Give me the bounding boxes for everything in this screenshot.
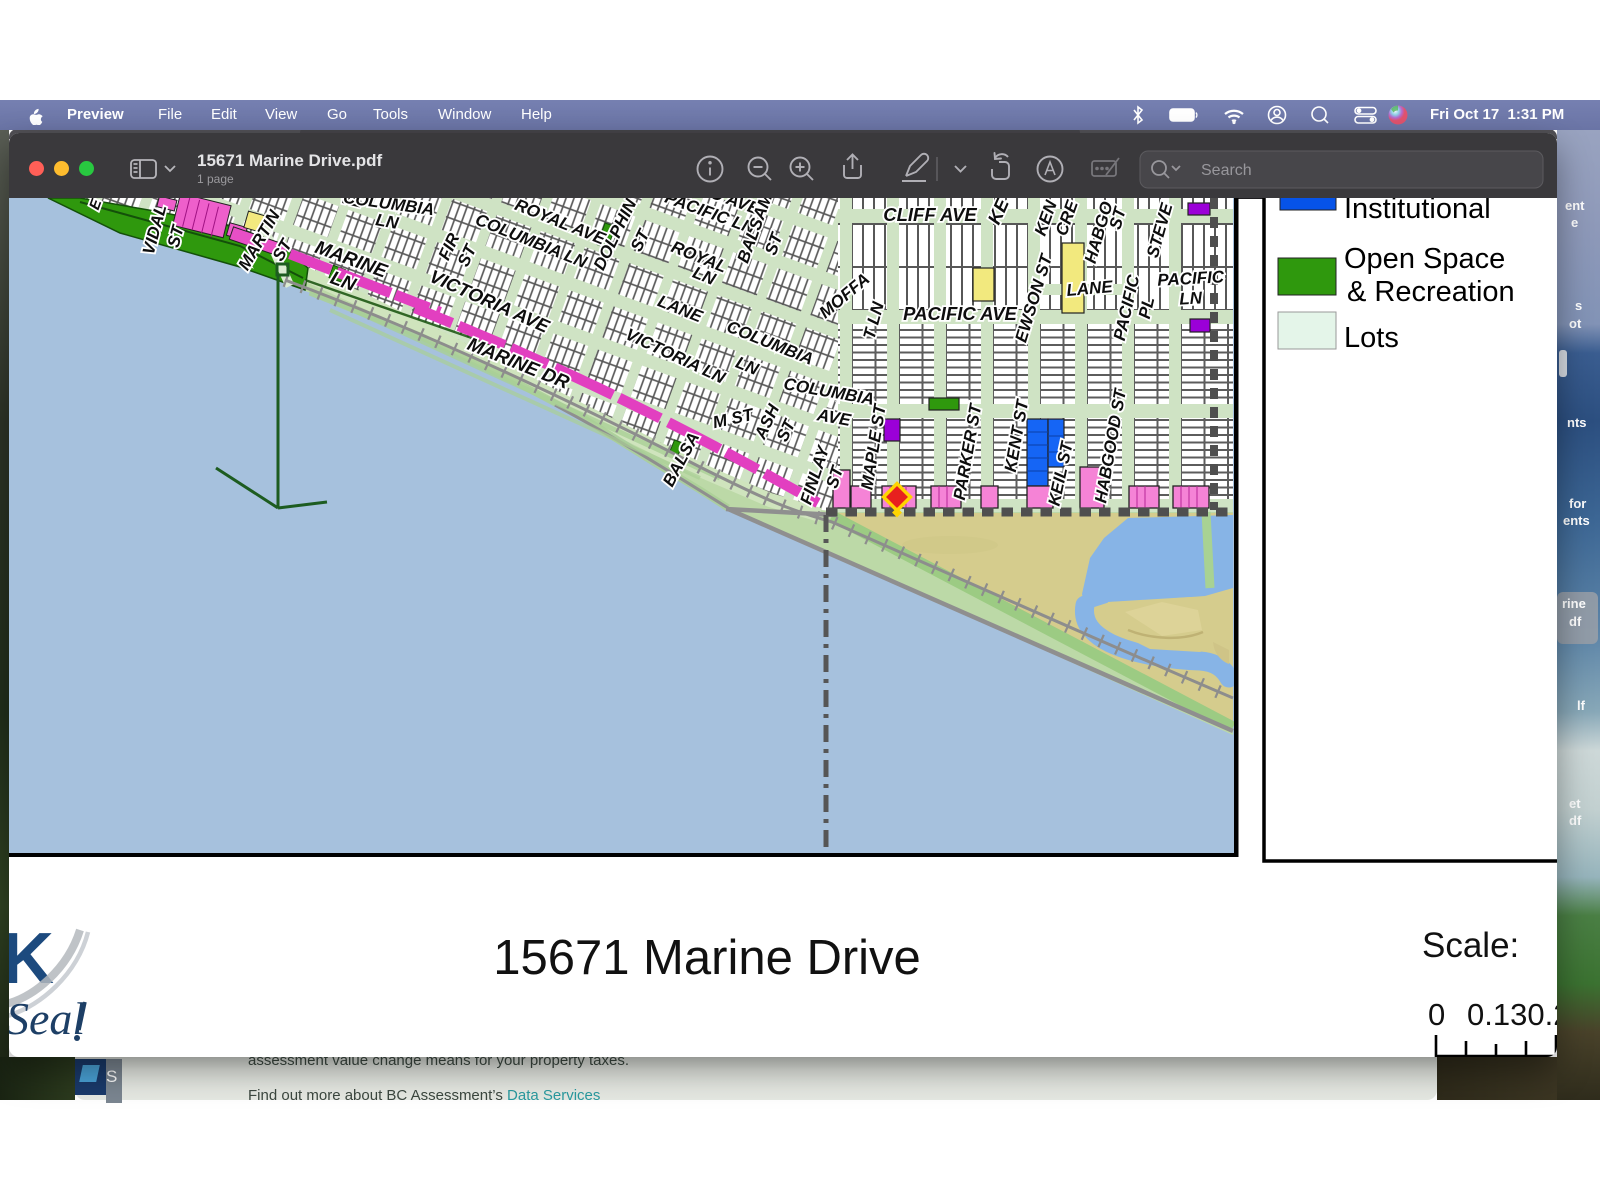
svg-text:0: 0	[1428, 997, 1445, 1032]
svg-text:Lots: Lots	[1344, 322, 1399, 354]
svg-text:PACIFIC: PACIFIC	[1157, 267, 1225, 290]
svg-text:15671 Marine Drive: 15671 Marine Drive	[493, 931, 921, 985]
svg-text:Scale:: Scale:	[1422, 926, 1519, 965]
svg-text:LN: LN	[374, 210, 400, 233]
svg-text:K: K	[9, 919, 54, 999]
svg-text:LN: LN	[1179, 288, 1203, 308]
svg-text:Seal: Seal	[9, 993, 85, 1044]
svg-text:0.130.2: 0.130.2	[1467, 997, 1557, 1032]
svg-text:& Recreation: & Recreation	[1347, 276, 1515, 308]
svg-text:Institutional: Institutional	[1344, 198, 1491, 225]
svg-text:Search: Search	[1201, 162, 1252, 179]
svg-text:CLIFF AVE: CLIFF AVE	[883, 204, 977, 225]
svg-text:Open Space: Open Space	[1344, 243, 1505, 275]
svg-text:PACIFIC AVE: PACIFIC AVE	[903, 303, 1017, 324]
